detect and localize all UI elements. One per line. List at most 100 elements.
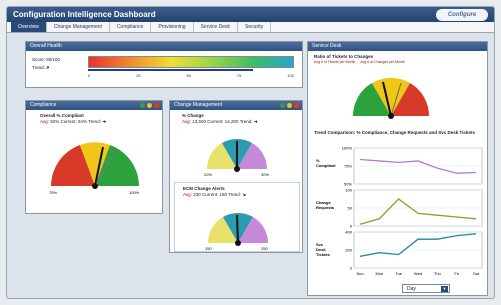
- health-scale-labels: 0 25 50 75 100: [88, 73, 294, 78]
- avg-label: Avg:: [183, 192, 192, 197]
- period-select[interactable]: Day ▼: [402, 284, 450, 293]
- pct-change-gauge: 20% 30%: [204, 138, 269, 177]
- legend-left: Avg # of Tickets per Month: [314, 60, 356, 64]
- x-tick-label: Fri: [454, 271, 459, 276]
- panel-title: Compliance: [30, 102, 57, 108]
- trend-label: Trend:: [228, 192, 242, 197]
- scale-100: 100: [287, 73, 294, 78]
- gauge-min: 150: [205, 246, 212, 251]
- ecm-subpanel: ECM Change Alerts Avg: 230 Current: 160 …: [174, 182, 300, 252]
- ecm-gauge: 150 250: [205, 212, 268, 251]
- status-green-icon: [140, 103, 145, 108]
- tick-label: 50: [348, 206, 353, 211]
- gauge-min: 75%: [49, 190, 57, 195]
- overall-health-panel: Overall Health Score: 80/100 Trend: ➜ 0 …: [25, 41, 303, 88]
- status-yellow-icon: [147, 103, 152, 108]
- ratio-gauge: [352, 77, 430, 119]
- score-value: 80/100: [46, 57, 61, 62]
- health-bar-indicator: [88, 69, 253, 71]
- tick-label: 0: [350, 266, 353, 271]
- change-management-header: Change Management: [170, 101, 302, 110]
- status-red-icon: [294, 103, 299, 108]
- tick-label: 100%: [342, 146, 353, 151]
- ratio-legend: Avg # of Tickets per Month Avg # of Chan…: [314, 60, 405, 65]
- avg-label: Avg:: [182, 119, 191, 124]
- current-label: Current:: [201, 192, 219, 197]
- tab-overview[interactable]: Overview: [11, 22, 47, 32]
- trend-label: Trend:: [88, 119, 102, 124]
- trend-series-2: 100 50 0 Change Requests: [316, 188, 483, 229]
- scale-25: 25: [136, 73, 141, 78]
- tab-change-management[interactable]: Change Management: [47, 22, 110, 32]
- tick-label: 100: [345, 188, 352, 193]
- avg-value: 92%: [50, 119, 60, 124]
- tab-security[interactable]: Security: [238, 22, 272, 32]
- scale-75: 75: [236, 73, 242, 78]
- tick-label: 50%: [344, 182, 352, 187]
- tab-provisioning[interactable]: Provisioning: [151, 22, 194, 32]
- avg-value: 230: [193, 192, 201, 197]
- compliance-panel: Compliance Overall % Compliant Avg: 92% …: [25, 100, 163, 214]
- tab-service-desk[interactable]: Service Desk: [194, 22, 239, 32]
- tick-label: 400: [345, 230, 352, 235]
- gauge-min: 20%: [204, 172, 212, 177]
- score-label-row: Score: 80/100: [32, 57, 60, 63]
- series-label: Change Requests: [316, 200, 335, 210]
- current-value: 14,200: [224, 119, 239, 124]
- app-title: Configuration Intelligence Dashboard: [13, 10, 156, 19]
- scale-0: 0: [88, 73, 91, 78]
- trend-row: Trend: ➜: [32, 64, 51, 71]
- series-label: Svc Desk Tickets: [316, 242, 330, 257]
- trend-arrow-icon: ➜: [102, 119, 107, 124]
- gauge-max: 100%: [129, 190, 140, 195]
- current-value: 160: [219, 192, 228, 197]
- status-dots: [280, 103, 299, 108]
- compliance-stats: Avg: 92% Current: 94% Trend: ➜: [40, 119, 106, 125]
- avg-value: 13,500: [192, 119, 206, 124]
- panel-title: Overall Health: [30, 43, 62, 49]
- service-desk-header: Service Desk: [308, 42, 487, 51]
- trend-label: Trend:: [32, 65, 45, 70]
- compliance-header: Compliance: [26, 101, 162, 110]
- trend-label: Trend:: [239, 119, 253, 124]
- scale-50: 50: [186, 73, 191, 78]
- status-green-icon: [280, 103, 285, 108]
- avg-label: Avg:: [40, 119, 49, 124]
- health-scale-bar: [88, 56, 294, 68]
- pct-change-stats: Avg: 13,500 Current: 14,200 Trend: ➜: [182, 119, 258, 125]
- dashboard-window: Configuration Intelligence Dashboard Con…: [6, 6, 495, 299]
- chevron-down-icon: ▼: [441, 286, 448, 292]
- compliance-gauge: 75% 100%: [49, 142, 140, 195]
- main-tabs: Overview Change Management Compliance Pr…: [7, 22, 494, 33]
- x-tick-label: Wed: [414, 271, 422, 276]
- x-tick-label: Mon: [375, 271, 383, 276]
- status-yellow-icon: [287, 103, 292, 108]
- tick-label: 75%: [344, 164, 352, 169]
- panel-title: Change Management: [174, 102, 223, 108]
- x-tick-label: Tue: [395, 271, 403, 276]
- gauge-needle: [236, 214, 239, 244]
- trend-arrow-icon: ➜: [253, 119, 258, 124]
- legend-right: Avg # of Changes per Month: [360, 60, 405, 64]
- gauge-max: 250: [261, 246, 268, 251]
- tab-compliance[interactable]: Compliance: [110, 22, 152, 32]
- current-value: 94%: [78, 119, 88, 124]
- score-label: Score:: [32, 57, 46, 62]
- period-value: Day: [407, 286, 416, 292]
- title-bar: Configuration Intelligence Dashboard Con…: [7, 7, 494, 22]
- trend-series-3: 400 200 0 Svc Desk Tickets: [316, 230, 483, 271]
- tick-label: 200: [345, 248, 352, 253]
- service-desk-panel: Service Desk Ratio of Tickets to Changes…: [307, 41, 488, 296]
- trend-arrow-icon: ➜: [44, 64, 51, 71]
- trend-series-1: 100% 75% 50% % Compliant: [316, 146, 483, 187]
- x-tick-label: Sun: [356, 271, 363, 276]
- x-tick-label: Sat: [473, 271, 480, 276]
- current-label: Current:: [60, 119, 77, 124]
- tick-label: 0: [350, 224, 353, 229]
- status-red-icon: [154, 103, 159, 108]
- ecm-stats: Avg: 230 Current: 160 Trend: ➜: [183, 191, 248, 198]
- current-label: Current:: [207, 119, 224, 124]
- panel-title: Service Desk: [312, 43, 342, 49]
- trend-chart: 100% 75% 50% % Compliant 100 50 0 Change Requests…: [316, 146, 483, 276]
- trend-arrow-icon: ➜: [241, 191, 248, 198]
